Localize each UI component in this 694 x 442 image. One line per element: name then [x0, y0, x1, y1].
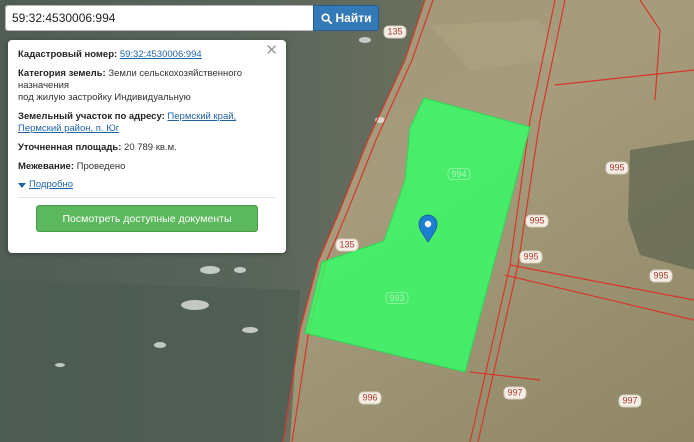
- parcel-label-997-right[interactable]: 997: [618, 394, 642, 408]
- parcel-info-popup: ✕ Кадастровый номер: 59:32:4530006:994 К…: [8, 40, 286, 253]
- cadastral-number-link[interactable]: 59:32:4530006:994: [120, 49, 202, 60]
- parcel-label-995-upper-right[interactable]: 995: [605, 161, 629, 175]
- close-icon[interactable]: ✕: [265, 43, 278, 59]
- land-category-value-line2: назначения: [18, 80, 70, 91]
- parcel-label-135-left[interactable]: 135: [335, 238, 359, 252]
- address-label: Земельный участок по адресу:: [18, 111, 165, 122]
- land-category-row: Категория земель: Земли сельскохозяйстве…: [18, 68, 276, 104]
- search-button-label: Найти: [335, 11, 372, 25]
- parcel-label-994-faint: 994: [447, 168, 471, 180]
- land-category-label: Категория земель:: [18, 68, 106, 79]
- parcel-label-995-middle[interactable]: 995: [525, 214, 549, 228]
- survey-label: Межевание:: [18, 161, 74, 172]
- parcel-label-997-left[interactable]: 997: [503, 386, 527, 400]
- area-label: Уточненная площадь:: [18, 142, 122, 153]
- view-documents-button[interactable]: Посмотреть доступные документы: [36, 205, 258, 232]
- popup-divider: [18, 197, 276, 198]
- survey-row: Межевание: Проведено: [18, 161, 276, 173]
- area-value: 20 789 кв.м.: [124, 142, 177, 153]
- chevron-down-icon: [18, 182, 26, 188]
- details-link[interactable]: Подробно: [29, 179, 73, 191]
- parcel-label-993-faint: 993: [385, 292, 409, 304]
- land-category-value-line3: под жилую застройку Индивидуальную: [18, 92, 191, 103]
- survey-value: Проведено: [76, 161, 126, 172]
- parcel-label-996[interactable]: 996: [358, 391, 382, 405]
- cadastral-number-row: Кадастровый номер: 59:32:4530006:994: [18, 49, 276, 61]
- search-bar: Найти: [5, 5, 379, 31]
- search-input[interactable]: [5, 5, 313, 31]
- land-category-value-line1: Земли сельскохозяйственного: [108, 68, 243, 79]
- forest-area-lower: [0, 280, 300, 442]
- address-link-line2[interactable]: Пермский район, п. Юг: [18, 123, 119, 134]
- parcel-label-995-right[interactable]: 995: [649, 269, 673, 283]
- search-button[interactable]: Найти: [313, 5, 379, 31]
- search-icon: [320, 12, 332, 24]
- parcel-label-995-lower[interactable]: 995: [519, 250, 543, 264]
- area-row: Уточненная площадь: 20 789 кв.м.: [18, 142, 276, 154]
- details-toggle[interactable]: Подробно: [18, 179, 276, 191]
- address-row: Земельный участок по адресу: Пермский кр…: [18, 111, 276, 135]
- cadastral-number-label: Кадастровый номер:: [18, 49, 118, 60]
- parcel-label-135-top[interactable]: 135: [383, 25, 407, 39]
- address-link-line1[interactable]: Пермский край,: [167, 111, 236, 122]
